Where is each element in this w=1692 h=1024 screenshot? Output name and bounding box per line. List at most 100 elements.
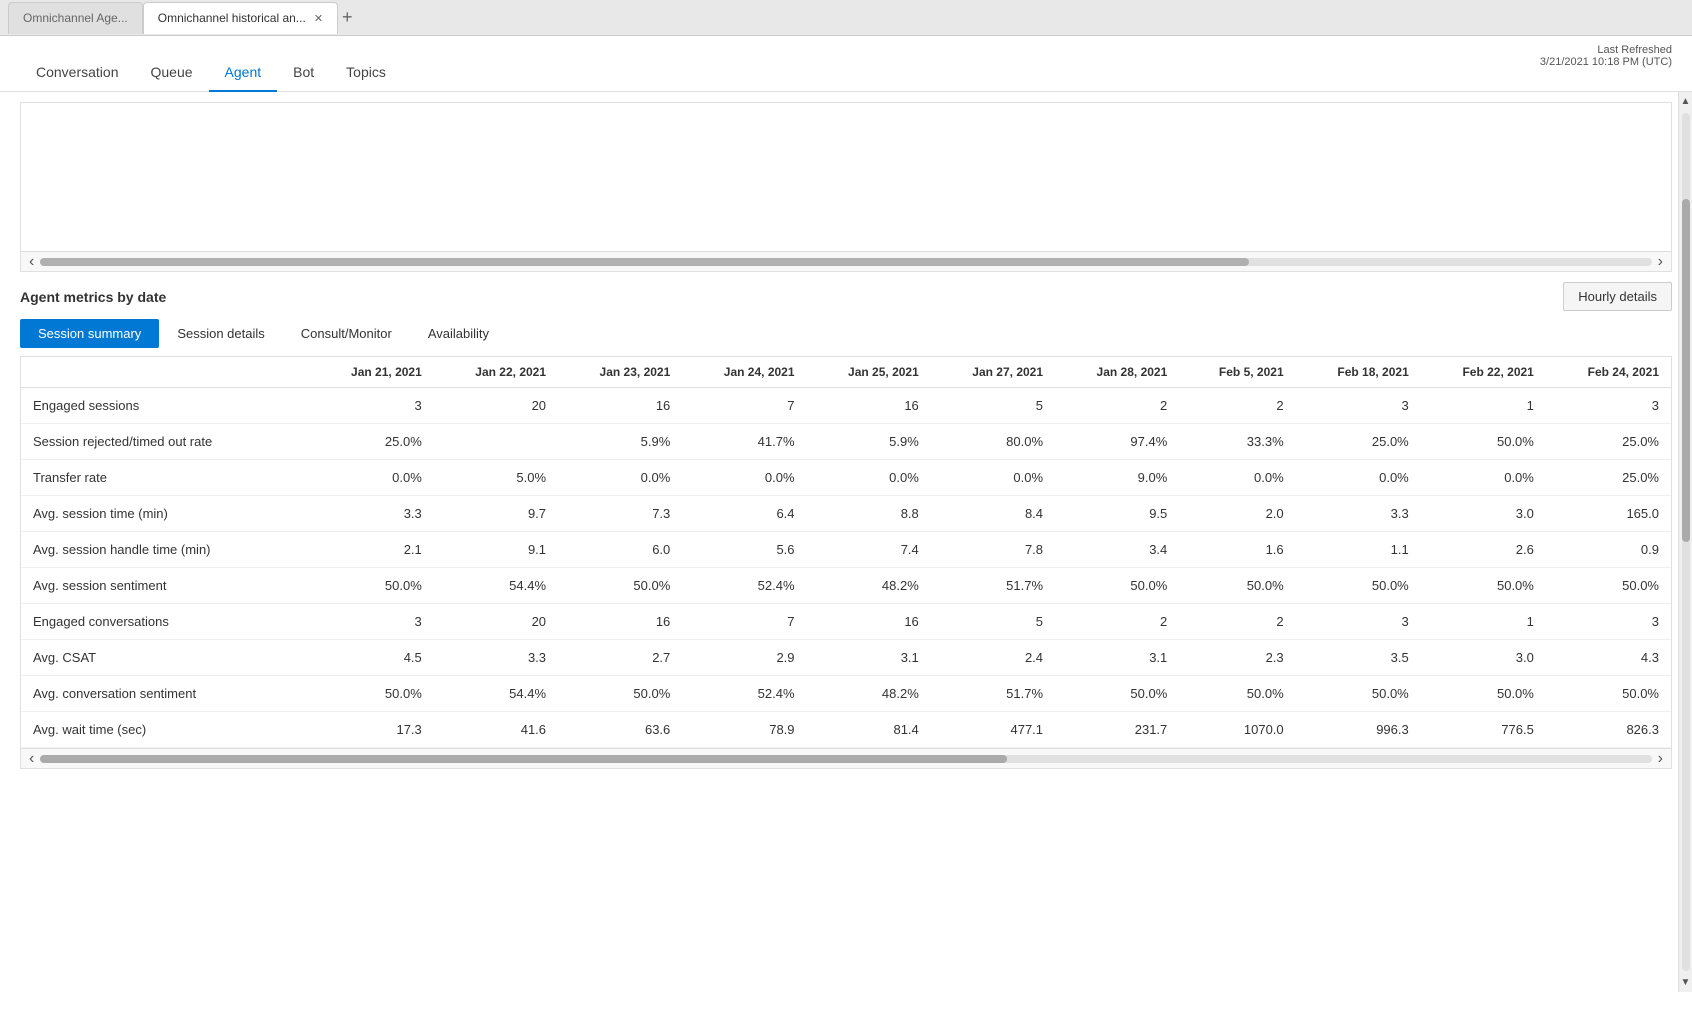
metric-value: 0.9 — [1546, 532, 1671, 568]
metric-label: Session rejected/timed out rate — [21, 424, 310, 460]
col-header-jan28: Jan 28, 2021 — [1055, 357, 1179, 388]
metric-value: 9.5 — [1055, 496, 1179, 532]
metric-value: 1.6 — [1179, 532, 1295, 568]
scroll-track-vertical[interactable] — [1682, 113, 1690, 971]
sub-tab-session-summary[interactable]: Session summary — [20, 319, 159, 348]
chart-scroll-right-icon[interactable]: › — [1658, 253, 1663, 271]
metric-label: Avg. CSAT — [21, 640, 310, 676]
chart-scroll-left-icon[interactable]: ‹ — [29, 253, 34, 271]
metric-value: 5.9% — [807, 424, 931, 460]
metric-value: 7.8 — [931, 532, 1055, 568]
sub-tab-session-details[interactable]: Session details — [159, 319, 282, 348]
metric-value: 50.0% — [1421, 424, 1546, 460]
scroll-thumb-vertical[interactable] — [1682, 199, 1690, 542]
new-tab-button[interactable]: + — [342, 7, 353, 28]
metric-value: 50.0% — [1546, 676, 1671, 712]
metric-value: 41.6 — [434, 712, 558, 748]
scroll-down-icon[interactable]: ▼ — [1681, 973, 1691, 992]
table-row: Avg. session sentiment50.0%54.4%50.0%52.… — [21, 568, 1671, 604]
col-header-metric — [21, 357, 310, 388]
app-container: Conversation Queue Agent Bot Topics Last… — [0, 36, 1692, 1024]
metric-value: 16 — [807, 604, 931, 640]
metric-value: 50.0% — [1055, 568, 1179, 604]
tab-omnichannel-historical[interactable]: Omnichannel historical an... ✕ — [143, 2, 338, 34]
tab-omnichannel-age[interactable]: Omnichannel Age... — [8, 2, 143, 34]
chart-area: ‹ › — [20, 102, 1672, 272]
metric-value: 5 — [931, 388, 1055, 424]
sub-tab-availability[interactable]: Availability — [410, 319, 507, 348]
metric-value: 50.0% — [558, 568, 682, 604]
metric-value: 50.0% — [310, 568, 434, 604]
metric-value: 3.3 — [434, 640, 558, 676]
metric-label: Avg. session sentiment — [21, 568, 310, 604]
metric-value: 1.1 — [1296, 532, 1421, 568]
right-scrollbar[interactable]: ▲ ▼ — [1678, 92, 1692, 992]
metric-value: 4.5 — [310, 640, 434, 676]
hourly-details-button[interactable]: Hourly details — [1563, 282, 1672, 311]
metric-value: 477.1 — [931, 712, 1055, 748]
scroll-up-icon[interactable]: ▲ — [1681, 92, 1691, 111]
metric-value: 7 — [682, 388, 806, 424]
last-refreshed-info: Last Refreshed 3/21/2021 10:18 PM (UTC) — [1540, 44, 1672, 68]
metric-value: 52.4% — [682, 568, 806, 604]
metric-value: 5 — [931, 604, 1055, 640]
metric-value: 41.7% — [682, 424, 806, 460]
metric-value: 9.1 — [434, 532, 558, 568]
metric-label: Avg. session time (min) — [21, 496, 310, 532]
metric-value: 2.4 — [931, 640, 1055, 676]
nav-item-topics[interactable]: Topics — [330, 64, 402, 92]
metric-value: 2.1 — [310, 532, 434, 568]
metric-value: 231.7 — [1055, 712, 1179, 748]
metric-value — [434, 424, 558, 460]
browser-tab-bar: Omnichannel Age... Omnichannel historica… — [0, 0, 1692, 36]
table-row: Avg. conversation sentiment50.0%54.4%50.… — [21, 676, 1671, 712]
table-scroll-left-icon[interactable]: ‹ — [29, 750, 34, 768]
metric-value: 54.4% — [434, 568, 558, 604]
table-row: Engaged sessions32016716522313 — [21, 388, 1671, 424]
metric-value: 2.7 — [558, 640, 682, 676]
nav-item-bot[interactable]: Bot — [277, 64, 330, 92]
metric-value: 0.0% — [682, 460, 806, 496]
metric-value: 7 — [682, 604, 806, 640]
table-row: Avg. session time (min)3.39.77.36.48.88.… — [21, 496, 1671, 532]
metric-value: 0.0% — [310, 460, 434, 496]
col-header-jan22: Jan 22, 2021 — [434, 357, 558, 388]
top-navigation: Conversation Queue Agent Bot Topics Last… — [0, 36, 1692, 92]
agent-metrics-section: Agent metrics by date Hourly details Ses… — [20, 282, 1672, 769]
metric-value: 2 — [1179, 604, 1295, 640]
nav-item-queue[interactable]: Queue — [135, 64, 209, 92]
metric-value: 0.0% — [1179, 460, 1295, 496]
metric-value: 6.0 — [558, 532, 682, 568]
table-row: Avg. wait time (sec)17.341.663.678.981.4… — [21, 712, 1671, 748]
metric-value: 165.0 — [1546, 496, 1671, 532]
metric-value: 7.4 — [807, 532, 931, 568]
metric-label: Engaged conversations — [21, 604, 310, 640]
nav-item-agent[interactable]: Agent — [209, 64, 278, 92]
metric-value: 3.3 — [310, 496, 434, 532]
table-header-row: Jan 21, 2021 Jan 22, 2021 Jan 23, 2021 J… — [21, 357, 1671, 388]
data-table-wrapper[interactable]: Jan 21, 2021 Jan 22, 2021 Jan 23, 2021 J… — [20, 356, 1672, 769]
metric-value: 20 — [434, 388, 558, 424]
last-refreshed-label: Last Refreshed — [1540, 44, 1672, 56]
metric-value: 3 — [310, 604, 434, 640]
metric-value: 48.2% — [807, 676, 931, 712]
metric-value: 7.3 — [558, 496, 682, 532]
metric-value: 2.0 — [1179, 496, 1295, 532]
metric-value: 3.5 — [1296, 640, 1421, 676]
table-scroll-right-icon[interactable]: › — [1658, 750, 1663, 768]
col-header-jan21: Jan 21, 2021 — [310, 357, 434, 388]
metric-value: 9.7 — [434, 496, 558, 532]
sub-tab-consult-monitor[interactable]: Consult/Monitor — [283, 319, 410, 348]
metric-value: 25.0% — [1546, 424, 1671, 460]
metric-value: 776.5 — [1421, 712, 1546, 748]
metric-value: 54.4% — [434, 676, 558, 712]
metric-value: 3.1 — [807, 640, 931, 676]
tab-close-icon[interactable]: ✕ — [314, 12, 323, 25]
metric-value: 20 — [434, 604, 558, 640]
metric-value: 17.3 — [310, 712, 434, 748]
metric-value: 0.0% — [1296, 460, 1421, 496]
nav-item-conversation[interactable]: Conversation — [20, 64, 135, 92]
metric-value: 0.0% — [931, 460, 1055, 496]
metric-value: 3.0 — [1421, 640, 1546, 676]
metric-value: 3 — [1546, 604, 1671, 640]
